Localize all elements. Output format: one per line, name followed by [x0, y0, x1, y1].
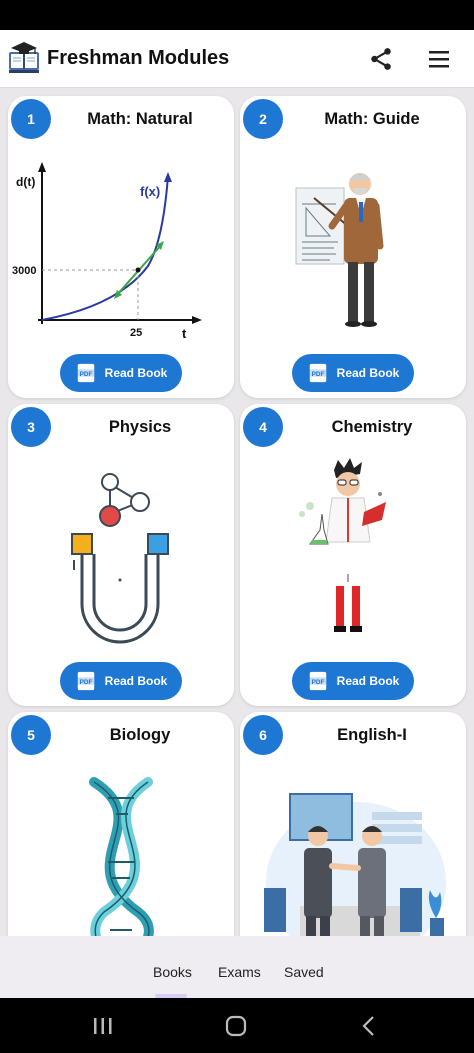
nav-saved[interactable]: Saved	[284, 964, 324, 980]
pdf-icon: PDF	[77, 363, 94, 383]
back-icon[interactable]	[360, 1015, 378, 1037]
svg-text:PDF: PDF	[311, 679, 324, 686]
module-card-math-natural[interactable]: 1 Math: Natural d(t) f(x) 3000 25 t PDF …	[8, 96, 234, 398]
pdf-icon: PDF	[77, 671, 94, 691]
share-icon[interactable]	[368, 46, 394, 72]
graph-y-label: d(t)	[16, 175, 35, 189]
read-book-label: Read Book	[336, 366, 400, 380]
svg-text:PDF: PDF	[79, 371, 92, 378]
graph-x-tick: 25	[130, 327, 142, 339]
module-card-english[interactable]: 6 English-I	[240, 712, 466, 936]
svg-text:PDF: PDF	[79, 679, 92, 686]
business-handshake-illustration	[264, 793, 446, 936]
module-number-badge: 6	[243, 715, 283, 755]
read-book-button[interactable]: PDF Read Book	[60, 354, 182, 392]
recents-icon[interactable]	[92, 1016, 114, 1036]
read-book-button[interactable]: PDF Read Book	[292, 662, 414, 700]
read-book-button[interactable]: PDF Read Book	[60, 662, 182, 700]
module-number-badge: 1	[11, 99, 51, 139]
module-title: Math: Guide	[324, 110, 420, 128]
graph-curve-label: f(x)	[140, 184, 160, 199]
module-title: Chemistry	[331, 418, 413, 436]
professor-at-board-illustration	[295, 173, 384, 327]
module-title: Biology	[109, 726, 171, 744]
module-number-badge: 4	[243, 407, 283, 447]
module-number-badge: 5	[11, 715, 51, 755]
nav-exams[interactable]: Exams	[218, 964, 261, 980]
app-title: Freshman Modules	[47, 47, 230, 69]
svg-text:PDF: PDF	[311, 371, 324, 378]
read-book-button[interactable]: PDF Read Book	[292, 354, 414, 392]
module-number-badge: 2	[243, 99, 283, 139]
read-book-label: Read Book	[104, 366, 168, 380]
module-number-badge: 3	[11, 407, 51, 447]
chemist-flask-illustration	[299, 458, 386, 632]
module-title: Physics	[108, 418, 172, 436]
dna-helix-illustration	[89, 777, 154, 936]
nav-books[interactable]: Books	[153, 964, 192, 980]
modules-grid: 1 Math: Natural d(t) f(x) 3000 25 t PDF …	[0, 88, 474, 936]
module-card-math-guide[interactable]: 2 Math: Guide PDF Read Book	[240, 96, 466, 398]
pdf-icon: PDF	[309, 363, 326, 383]
graduation-book-icon	[9, 42, 39, 73]
hamburger-menu-icon[interactable]	[426, 47, 452, 71]
bottom-navigation: Books Exams Saved	[0, 936, 474, 998]
module-card-chemistry[interactable]: 4 Chemistry PDF Read Book	[240, 404, 466, 706]
derivative-graph-illustration: d(t) f(x) 3000 25 t	[12, 162, 202, 341]
magnet-molecule-illustration	[71, 473, 169, 644]
graph-y-tick: 3000	[12, 265, 36, 277]
pdf-icon: PDF	[309, 671, 326, 691]
system-navigation-bar	[0, 998, 474, 1053]
app-bar: Freshman Modules	[0, 30, 474, 88]
module-title: English-I	[337, 726, 407, 744]
module-card-biology[interactable]: 5 Biology	[8, 712, 234, 936]
module-title: Math: Natural	[87, 110, 193, 128]
read-book-label: Read Book	[336, 674, 400, 688]
home-icon[interactable]	[225, 1015, 247, 1037]
read-book-label: Read Book	[104, 674, 168, 688]
graph-x-label: t	[182, 326, 187, 341]
module-card-physics[interactable]: 3 Physics PDF Read Book	[8, 404, 234, 706]
status-bar	[0, 0, 474, 30]
